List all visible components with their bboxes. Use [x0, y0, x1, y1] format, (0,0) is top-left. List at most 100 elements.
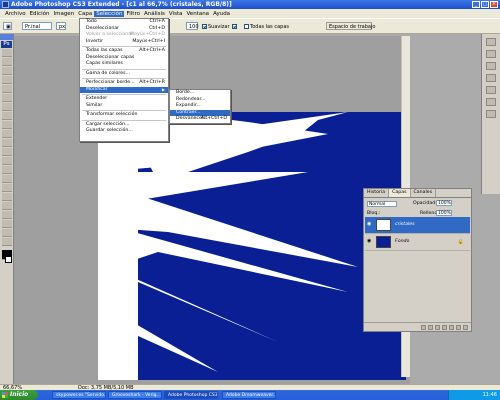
dodge-tool-icon[interactable] [2, 166, 12, 174]
seleccion-menu-item[interactable]: Guardar selección... [80, 128, 168, 135]
image-canvas[interactable] [98, 112, 406, 380]
menu-analisis[interactable]: Análisis [142, 11, 167, 17]
layer-row-fondo[interactable]: ◉ Fondo 🔒 [365, 234, 470, 251]
start-button[interactable]: Inicio [0, 390, 38, 400]
seleccion-menu-item[interactable]: Capas similares [80, 61, 168, 68]
panel-actions-icon[interactable] [486, 110, 496, 118]
panel-styles-icon[interactable] [486, 86, 496, 94]
pen-tool-icon[interactable] [2, 175, 12, 183]
seleccion-menu-item[interactable]: Gama de colores... [80, 71, 168, 78]
menu-edicion[interactable]: Edición [28, 11, 52, 17]
type-tool-icon[interactable] [2, 184, 12, 192]
taskbar-button[interactable]: skypower.es "Servido... [52, 391, 106, 399]
suavizar-option[interactable]: Suavizar [202, 24, 230, 30]
hand-tool-icon[interactable] [2, 229, 12, 237]
menu-item-label: Borde... [176, 90, 195, 95]
blend-mode-dropdown[interactable]: Normal [367, 201, 397, 207]
adjustment-layer-icon[interactable] [442, 325, 447, 330]
history-brush-tool-icon[interactable] [2, 130, 12, 138]
panel-info-icon[interactable] [486, 50, 496, 58]
link-layers-icon[interactable] [421, 325, 426, 330]
menu-ayuda[interactable]: Ayuda [211, 11, 232, 17]
panel-navigator-icon[interactable] [486, 38, 496, 46]
notes-tool-icon[interactable] [2, 211, 12, 219]
taskbar-button[interactable]: Adobe Photoshop CS3... [164, 391, 218, 399]
contiguo-checkbox[interactable] [232, 24, 237, 29]
start-label: Inicio [10, 391, 29, 398]
panel-color-icon[interactable] [486, 62, 496, 70]
menu-capa[interactable]: Capa [76, 11, 94, 17]
stamp-tool-icon[interactable] [2, 121, 12, 129]
delete-layer-icon[interactable] [463, 325, 468, 330]
todas-capas-option[interactable]: Todas las capas [244, 24, 289, 30]
seleccion-menu-item[interactable]: Transformar selección [80, 112, 168, 119]
background-color-swatch[interactable] [5, 256, 12, 263]
layer-row-cristales[interactable]: ◉ cristales [365, 217, 470, 234]
photoshop-app-icon [2, 1, 9, 8]
move-tool-icon[interactable] [2, 49, 12, 57]
tolerance-field[interactable]: 100 [186, 22, 199, 30]
layer-style-icon[interactable] [428, 325, 433, 330]
opacity-label: Opacidad: [413, 201, 437, 206]
tab-canales[interactable]: Canales [411, 189, 437, 197]
seleccion-menu-item[interactable]: Modificar ▶ [80, 86, 168, 93]
menu-archivo[interactable]: Archivo [3, 11, 28, 17]
eraser-tool-icon[interactable] [2, 139, 12, 147]
menu-item-label: Perfeccionar borde... [86, 80, 135, 85]
close-button[interactable]: × [490, 1, 498, 8]
tab-capas[interactable]: Capas [389, 189, 411, 197]
maximize-button[interactable]: □ [481, 1, 489, 8]
contiguo-option[interactable] [232, 24, 238, 30]
suavizar-checkbox[interactable] [202, 24, 207, 29]
menu-item-label: Invertir [86, 38, 104, 44]
seleccion-menu-item[interactable]: Similar [80, 103, 168, 110]
panel-swatches-icon[interactable] [486, 74, 496, 82]
healing-tool-icon[interactable] [2, 103, 12, 111]
path-select-tool-icon[interactable] [2, 193, 12, 201]
tool-preset-picker[interactable]: ▣ [3, 22, 12, 30]
layer-name: Fondo [395, 239, 410, 244]
menu-vista[interactable]: Vista [167, 11, 185, 17]
toolbox-grip[interactable] [0, 34, 13, 40]
panel-brushes-icon[interactable] [486, 98, 496, 106]
crop-tool-icon[interactable] [2, 85, 12, 93]
visibility-eye-icon[interactable]: ◉ [367, 239, 372, 244]
lasso-tool-icon[interactable] [2, 67, 12, 75]
blur-tool-icon[interactable] [2, 157, 12, 165]
options-bar: ▣ Pr.inal px 100 Suavizar Todas las capa… [0, 18, 500, 34]
menu-filtro[interactable]: Filtro [124, 11, 141, 17]
marquee-tool-icon[interactable] [2, 58, 12, 66]
eyedropper-tool-icon[interactable] [2, 220, 12, 228]
modificar-submenu: Borde... Redondear... Expandir... Contraer.… [169, 89, 231, 124]
new-group-icon[interactable] [449, 325, 454, 330]
workspace-button[interactable]: Espacio de trabajo [326, 22, 375, 30]
menu-item-label: Modificar [86, 86, 108, 92]
magic-wand-tool-icon[interactable] [2, 76, 12, 84]
gradient-tool-icon[interactable] [2, 148, 12, 156]
seleccion-menu-item[interactable]: Invertir Mayús+Ctrl+I [80, 39, 168, 46]
menu-seleccion[interactable]: Selección [94, 10, 125, 17]
todas-capas-checkbox[interactable] [244, 24, 249, 29]
taskbar-button[interactable]: Adobe Dreamweaver... [222, 391, 276, 399]
submenu-arrow-icon: ▶ [161, 86, 165, 92]
preset-dropdown[interactable]: Pr.inal [22, 22, 52, 30]
tab-historia[interactable]: Historia [364, 189, 390, 197]
minimize-button[interactable]: _ [472, 1, 480, 8]
new-layer-icon[interactable] [456, 325, 461, 330]
brush-tool-icon[interactable] [2, 112, 12, 120]
opacity-field[interactable]: 100% [436, 200, 452, 206]
layer-thumbnail [376, 219, 391, 231]
shape-tool-icon[interactable] [2, 202, 12, 210]
layer-mask-icon[interactable] [435, 325, 440, 330]
unit-field[interactable]: px [56, 22, 66, 30]
taskbar-button[interactable]: Grooveshark - Verig... [108, 391, 162, 399]
slice-tool-icon[interactable] [2, 94, 12, 102]
menu-item-label: Deseleccionar [86, 25, 120, 31]
visibility-eye-icon[interactable]: ◉ [367, 222, 372, 227]
modificar-menu-item[interactable]: Desvanecer... Alt+Ctrl+D [170, 116, 230, 123]
menu-item-label: Guardar selección... [86, 128, 133, 133]
menu-ventana[interactable]: Ventana [184, 11, 211, 17]
menu-imagen[interactable]: Imagen [51, 11, 76, 17]
zoom-tool-icon[interactable] [2, 238, 12, 246]
fill-field[interactable]: 100% [436, 210, 452, 216]
